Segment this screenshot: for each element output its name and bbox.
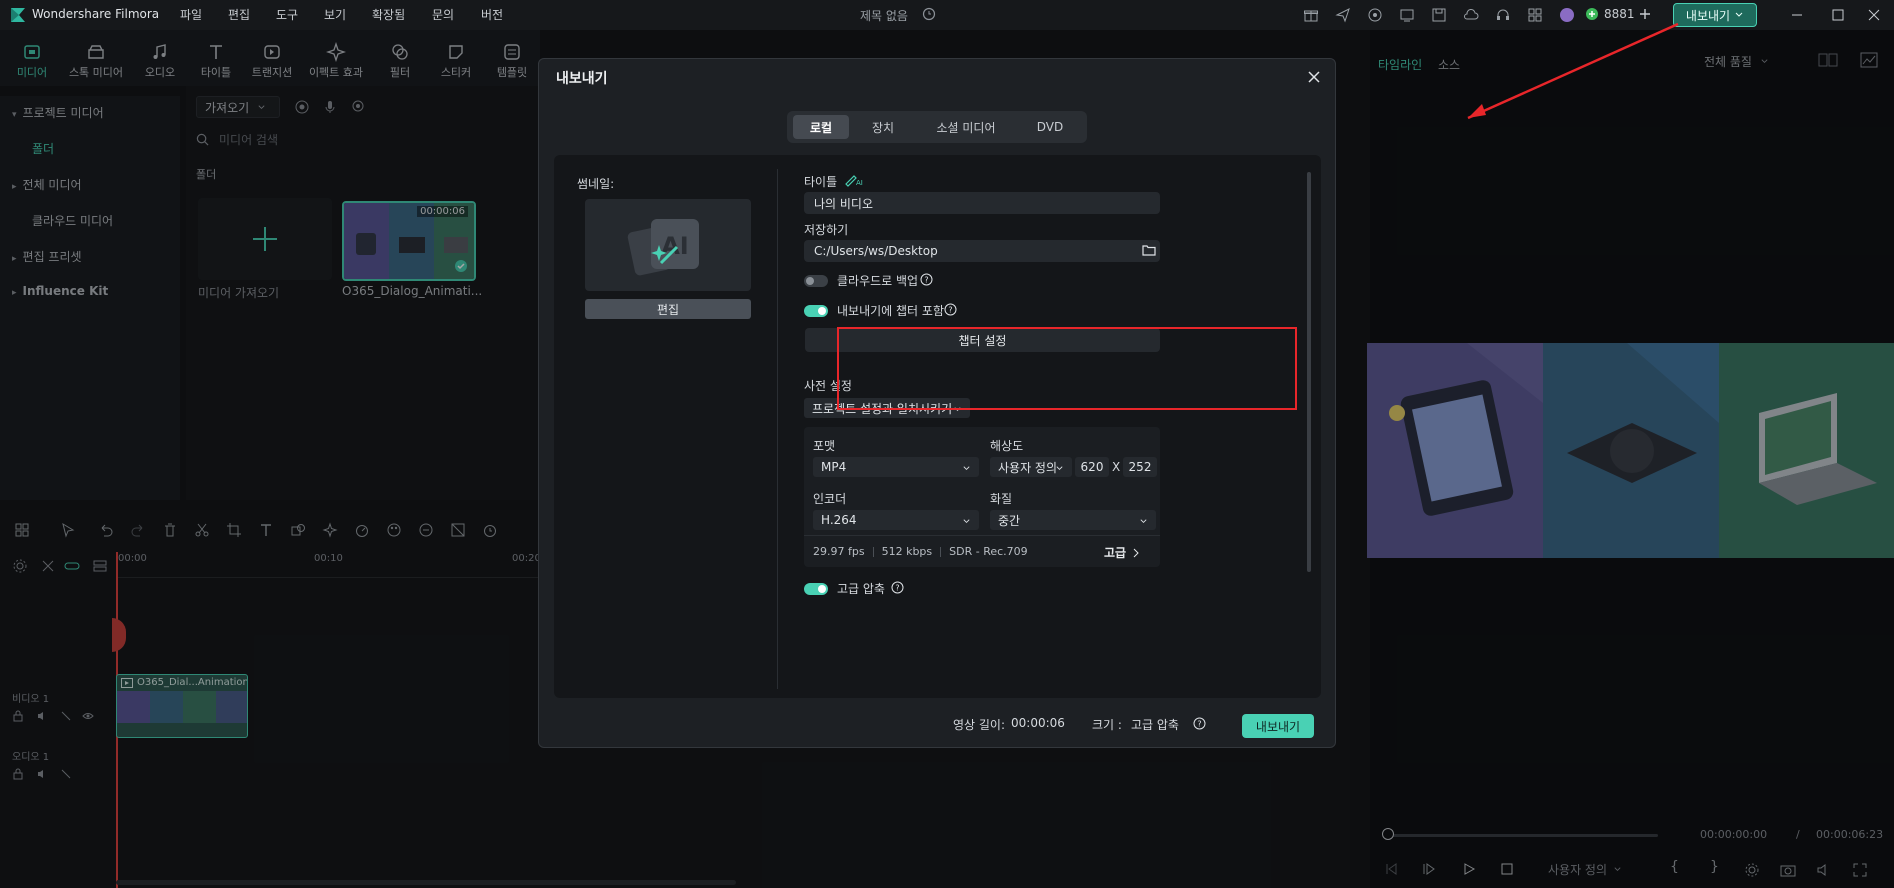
app-name: Wondershare Filmora: [32, 7, 160, 21]
brush-icon[interactable]: [1367, 7, 1383, 23]
chapter-include-label: 내보내기에 챕터 포함: [837, 304, 944, 318]
size-label: 크기 :: [1092, 718, 1122, 732]
title-label: 타이틀: [804, 175, 838, 189]
resolution-select[interactable]: 사용자 정의: [990, 457, 1072, 477]
bitrate-value: 512 kbps: [881, 545, 933, 558]
help-icon[interactable]: ?: [1193, 717, 1206, 730]
size-value: 고급 압축: [1131, 718, 1179, 732]
advanced-button[interactable]: 고급: [1104, 544, 1140, 561]
annotation-arrow: [1467, 22, 1679, 120]
menu-view[interactable]: 보기: [324, 6, 346, 23]
chevron-down-icon: [963, 519, 970, 524]
send-icon[interactable]: [1335, 7, 1351, 23]
thumbnail-preview: AI: [585, 199, 751, 291]
width-input[interactable]: 620: [1075, 457, 1109, 477]
dialog-scrollbar[interactable]: [1307, 172, 1311, 572]
menu-edit[interactable]: 편집: [228, 6, 250, 23]
cloud-backup-label: 클라우드로 백업: [837, 274, 919, 288]
ai-image-icon: AI: [627, 219, 699, 276]
folder-icon[interactable]: [1142, 244, 1156, 256]
quality-select[interactable]: 중간: [990, 510, 1156, 530]
help-icon[interactable]: ?: [891, 581, 904, 594]
chevron-down-icon: [1140, 519, 1147, 524]
tab-dvd[interactable]: DVD: [1019, 115, 1081, 139]
save-path-text: C:/Users/ws/Desktop: [814, 244, 938, 258]
edit-thumbnail-button[interactable]: 편집: [585, 299, 751, 319]
encoder-select[interactable]: H.264: [813, 510, 979, 530]
filmora-logo-icon: [8, 5, 28, 25]
menu-version[interactable]: 버전: [481, 6, 503, 23]
chevron-down-icon: [1735, 12, 1743, 17]
thumbnail-label: 썸네일:: [577, 177, 615, 191]
highlight-box: [837, 327, 1297, 410]
svg-text:?: ?: [1197, 720, 1201, 729]
export-summary: 29.97 fps 512 kbps SDR - Rec.709: [813, 545, 1028, 558]
ai-pen-icon[interactable]: AI: [844, 171, 864, 187]
gift-icon[interactable]: [1303, 7, 1319, 23]
menu-extensions[interactable]: 확장됨: [372, 6, 405, 23]
close-window-icon[interactable]: [1866, 7, 1882, 23]
fps-value: 29.97 fps: [813, 545, 865, 558]
help-icon[interactable]: ?: [944, 303, 957, 316]
close-icon[interactable]: [1305, 68, 1323, 86]
save-path-input[interactable]: C:/Users/ws/Desktop: [804, 240, 1160, 262]
dialog-title: 내보내기: [556, 71, 608, 87]
menu-file[interactable]: 파일: [180, 6, 202, 23]
format-settings-box: 포맷 MP4 해상도 사용자 정의 620 X 252 인코더 H.264 화질…: [804, 427, 1160, 567]
advanced-compress-label: 고급 압축: [837, 582, 885, 596]
tab-social-media[interactable]: 소셜 미디어: [919, 115, 1013, 139]
chapter-include-toggle[interactable]: [804, 305, 828, 317]
chevron-down-icon: [963, 466, 970, 471]
clock-icon: [922, 7, 938, 23]
document-title: 제목 없음: [860, 9, 908, 23]
sdr-value: SDR - Rec.709: [949, 545, 1028, 558]
menu-help[interactable]: 문의: [432, 6, 454, 23]
format-select[interactable]: MP4: [813, 457, 979, 477]
chevron-down-icon: [1056, 466, 1063, 471]
column-divider: [777, 169, 778, 689]
quality-label: 화질: [990, 492, 1013, 506]
tab-local[interactable]: 로컬: [793, 115, 849, 139]
cloud-backup-toggle[interactable]: [804, 275, 828, 287]
resolution-x: X: [1112, 460, 1121, 474]
duration-label: 영상 길이:: [953, 718, 1006, 732]
save-label: 저장하기: [804, 223, 849, 237]
minimize-icon[interactable]: [1789, 7, 1805, 23]
settings-divider: [804, 535, 1160, 536]
resolution-label: 해상도: [990, 439, 1024, 453]
encoder-label: 인코더: [813, 492, 847, 506]
maximize-icon[interactable]: [1830, 7, 1846, 23]
svg-text:?: ?: [948, 306, 952, 315]
tab-device[interactable]: 장치: [853, 115, 913, 139]
duration-value: 00:00:06: [1011, 716, 1065, 730]
menu-tools[interactable]: 도구: [276, 6, 298, 23]
svg-text:AI: AI: [661, 232, 689, 260]
help-icon[interactable]: ?: [920, 273, 933, 286]
height-input[interactable]: 252: [1123, 457, 1157, 477]
svg-text:?: ?: [924, 276, 928, 285]
export-button[interactable]: 내보내기: [1242, 714, 1314, 738]
format-label: 포맷: [813, 439, 836, 453]
chevron-right-icon: [1133, 548, 1139, 557]
title-input[interactable]: 나의 비디오: [804, 192, 1160, 214]
export-settings-panel: 썸네일: AI 편집 타이틀 AI 나의 비디오 저장하기 C:/Users/w…: [554, 155, 1321, 698]
svg-text:?: ?: [895, 584, 899, 593]
svg-text:AI: AI: [856, 179, 863, 187]
monitor-icon[interactable]: [1399, 7, 1415, 23]
advanced-compress-toggle[interactable]: [804, 583, 828, 595]
export-tabs: 로컬 장치 소셜 미디어 DVD: [787, 111, 1087, 143]
